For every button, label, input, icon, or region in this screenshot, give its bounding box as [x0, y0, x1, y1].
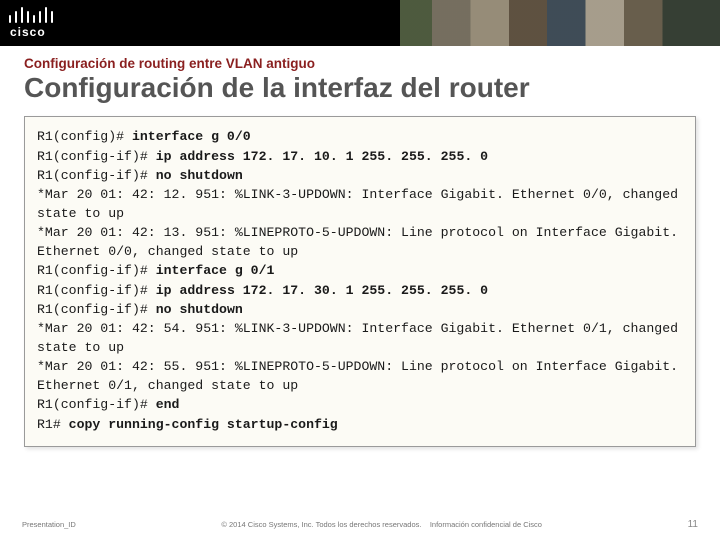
cli-line: R1(config-if)# end [37, 395, 683, 414]
cli-prompt: R1(config-if)# [37, 149, 156, 164]
cli-line: R1(config-if)# ip address 172. 17. 30. 1… [37, 281, 683, 300]
cli-line: R1(config-if)# interface g 0/1 [37, 261, 683, 280]
cli-line: R1(config)# interface g 0/0 [37, 127, 683, 146]
cli-line: *Mar 20 01: 42: 54. 951: %LINK-3-UPDOWN:… [37, 319, 683, 357]
cli-command: interface g 0/1 [156, 263, 275, 278]
presentation-id: Presentation_ID [22, 520, 76, 529]
cli-line: *Mar 20 01: 42: 12. 951: %LINK-3-UPDOWN:… [37, 185, 683, 223]
slide-content: Configuración de routing entre VLAN anti… [0, 46, 720, 447]
cli-command: ip address 172. 17. 30. 1 255. 255. 255.… [156, 283, 488, 298]
cli-line: *Mar 20 01: 42: 55. 951: %LINEPROTO-5-UP… [37, 357, 683, 395]
cli-prompt: R1(config-if)# [37, 283, 156, 298]
cli-prompt: R1(config-if)# [37, 397, 156, 412]
slide-subtitle: Configuración de routing entre VLAN anti… [24, 56, 696, 71]
cli-prompt: R1# [37, 417, 69, 432]
cli-prompt: R1(config-if)# [37, 302, 156, 317]
footer: Presentation_ID © 2014 Cisco Systems, In… [0, 519, 720, 530]
cli-command: no shutdown [156, 168, 243, 183]
cli-output-box: R1(config)# interface g 0/0R1(config-if)… [24, 116, 696, 446]
logo-text: cisco [10, 25, 46, 39]
cli-line: *Mar 20 01: 42: 13. 951: %LINEPROTO-5-UP… [37, 223, 683, 261]
slide-title: Configuración de la interfaz del router [24, 73, 696, 102]
cli-command: copy running-config startup-config [69, 417, 338, 432]
page-number: 11 [688, 519, 698, 530]
cli-line: R1(config-if)# no shutdown [37, 166, 683, 185]
cli-command: interface g 0/0 [132, 129, 251, 144]
cli-prompt: R1(config-if)# [37, 263, 156, 278]
cli-command: no shutdown [156, 302, 243, 317]
banner-photo-strip [400, 0, 720, 46]
footer-copyright: © 2014 Cisco Systems, Inc. Todos los der… [76, 520, 688, 529]
cisco-logo: cisco [4, 2, 62, 42]
cli-line: R1(config-if)# no shutdown [37, 300, 683, 319]
top-bar: cisco [0, 0, 720, 46]
cli-prompt: R1(config-if)# [37, 168, 156, 183]
cli-command: ip address 172. 17. 10. 1 255. 255. 255.… [156, 149, 488, 164]
cli-line: R1(config-if)# ip address 172. 17. 10. 1… [37, 147, 683, 166]
cli-prompt: R1(config)# [37, 129, 132, 144]
cli-command: end [156, 397, 180, 412]
cli-line: R1# copy running-config startup-config [37, 415, 683, 434]
